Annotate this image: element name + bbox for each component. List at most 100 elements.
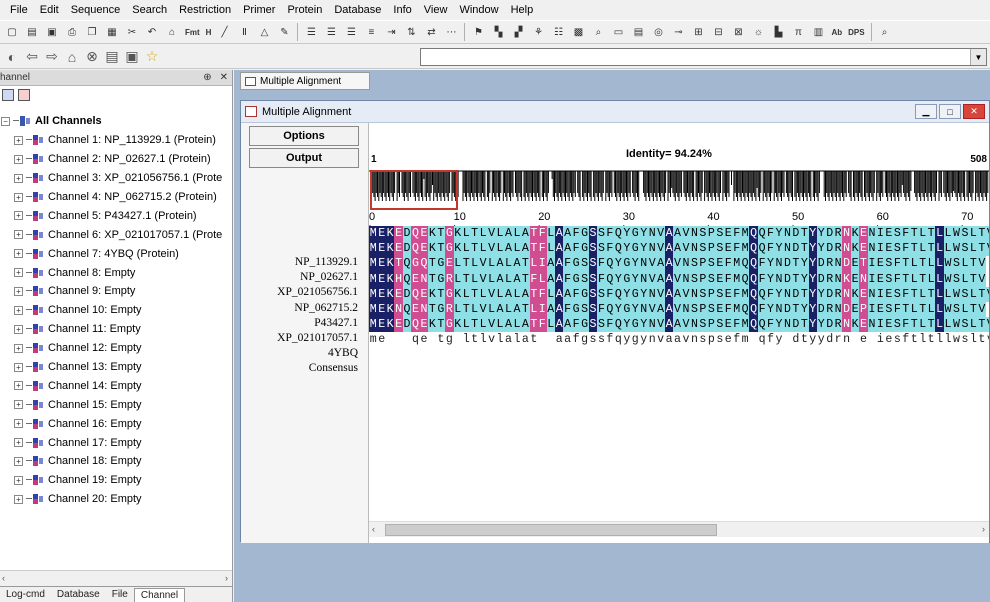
expand-icon[interactable]: + [14,154,23,164]
expand-icon[interactable]: + [14,456,23,466]
expand-icon[interactable]: + [14,173,23,183]
pencil-icon[interactable]: ╱ [216,24,232,40]
pin-icon[interactable]: ⊕ [203,72,211,83]
alignment-row[interactable]: MEKEDQEKTGKLTLVLALATFLAAFGSSFQYGYNVAAVNS… [369,226,989,242]
scroll-left-icon[interactable]: ‹ [372,524,375,534]
tree-item-channel-10[interactable]: + Channel 10: Empty [0,301,232,320]
identity-overview-plot[interactable] [369,169,989,211]
tab-database[interactable]: Database [51,588,106,602]
tree-item-channel-18[interactable]: + Channel 18: Empty [0,452,232,471]
arrow-icon[interactable]: ⊸ [670,24,686,40]
menu-protein[interactable]: Protein [281,4,328,16]
menu-restriction[interactable]: Restriction [173,4,237,16]
chevron-down-icon[interactable]: ▼ [970,49,986,65]
tree-item-channel-7[interactable]: + Channel 7: 4YBQ (Protein) [0,244,232,263]
tree-item-channel-14[interactable]: + Channel 14: Empty [0,376,232,395]
sequence-name[interactable]: 4YBQ [241,346,369,361]
tree-item-channel-5[interactable]: + Channel 5: P43427.1 (Protein) [0,206,232,225]
tree-item-channel-2[interactable]: + Channel 2: NP_02627.1 (Protein) [0,150,232,169]
sequence-name[interactable]: NP_113929.1 [241,255,369,270]
tree-item-channel-13[interactable]: + Channel 13: Empty [0,358,232,377]
cut-icon[interactable]: ✂ [124,24,140,40]
orf-icon[interactable]: ◎ [650,24,666,40]
minimize-button[interactable]: ▁ [915,104,937,119]
menu-database[interactable]: Database [328,4,387,16]
report-icon[interactable]: ▥ [810,24,826,40]
restriction-icon[interactable]: ▚ [490,24,506,40]
expand-icon[interactable]: + [14,343,23,353]
undo-icon[interactable]: ↶ [144,24,160,40]
tree-item-channel-19[interactable]: + Channel 19: Empty [0,471,232,490]
expand-icon[interactable]: + [14,286,23,296]
graph-icon[interactable]: ▭ [610,24,626,40]
expand-icon[interactable]: + [14,135,23,145]
clear-channels-icon[interactable] [18,89,30,101]
expand-icon[interactable]: + [14,475,23,485]
expand-icon[interactable]: + [14,324,23,334]
print-icon[interactable]: ⎙ [64,24,80,40]
alignment-scrollbar[interactable]: ‹ › [369,521,989,537]
alignment-row[interactable]: MEKEDQEKTGKLTLVLALATFLAAFGSSFQYGYNVAAVNS… [369,241,989,257]
tree-item-channel-11[interactable]: + Channel 11: Empty [0,320,232,339]
tab-log-cmd[interactable]: Log-cmd [0,588,51,602]
alignment-row[interactable]: MEKEDQEKTGKLTLVLALATFLAAFGSSFQYGYNVAAVNS… [369,286,989,302]
page-icon[interactable]: ▤ [103,48,121,66]
output-button[interactable]: Output [249,148,359,168]
sequence-name[interactable]: P43427.1 [241,316,369,331]
primer-icon[interactable]: ⚘ [530,24,546,40]
tree-root-all-channels[interactable]: − All Channels [0,112,232,131]
expand-icon[interactable]: + [14,419,23,429]
binoculars-icon[interactable]: ⌕ [590,24,606,40]
protein-icon[interactable]: ☼ [750,24,766,40]
tab-multiple-alignment[interactable]: Multiple Alignment [240,72,370,90]
image-icon[interactable]: ▩ [570,24,586,40]
menu-help[interactable]: Help [505,4,540,16]
collapse-icon[interactable]: − [1,116,10,126]
motif-icon[interactable]: ⊞ [690,24,706,40]
new-file-icon[interactable]: ▢ [4,24,20,40]
chart-icon[interactable]: ▙ [770,24,786,40]
sort-icon[interactable]: ⇅ [403,24,419,40]
favorite-star-icon[interactable]: ☆ [143,48,161,66]
triangle-icon[interactable]: △ [256,24,272,40]
window-titlebar[interactable]: Multiple Alignment ▁ □ ✕ [241,101,989,123]
address-combobox[interactable]: ▼ [420,48,987,66]
align-left-icon[interactable]: ☰ [303,24,319,40]
options-button[interactable]: Options [249,126,359,146]
bold-icon[interactable]: Ⅱ [236,24,252,40]
tree-item-channel-17[interactable]: + Channel 17: Empty [0,433,232,452]
save-icon[interactable]: ▣ [44,24,60,40]
tree-item-channel-3[interactable]: + Channel 3: XP_021056756.1 (Prote [0,169,232,188]
expand-icon[interactable]: + [14,192,23,202]
stop-icon[interactable]: ⊗ [83,48,101,66]
sequence-icon[interactable]: ⋯ [443,24,459,40]
maximize-button[interactable]: □ [939,104,961,119]
edit-icon[interactable]: ✎ [276,24,292,40]
consensus-label[interactable]: Consensus [241,361,369,376]
clear-icon[interactable]: ⌂ [164,24,180,40]
menu-file[interactable]: File [4,4,34,16]
align-right-icon[interactable]: ☰ [343,24,359,40]
tab-file[interactable]: File [106,588,134,602]
tree-item-channel-8[interactable]: + Channel 8: Empty [0,263,232,282]
channel-pane-scrollbar[interactable]: ‹ › [0,570,232,586]
back-arrow-icon[interactable]: ⇦ [23,48,41,66]
tree-item-channel-16[interactable]: + Channel 16: Empty [0,414,232,433]
open-folder-icon[interactable]: ▤ [24,24,40,40]
list-icon[interactable]: ≡ [363,24,379,40]
tree-item-channel-9[interactable]: + Channel 9: Empty [0,282,232,301]
zoom-icon[interactable]: ⌕ [877,24,893,40]
tree-item-channel-12[interactable]: + Channel 12: Empty [0,339,232,358]
alignment-row[interactable]: MEKHQENTGRLTLVLALATFLAAFGSSFQYGYNVAAVNSP… [369,271,989,287]
expand-icon[interactable]: + [14,305,23,315]
menu-primer[interactable]: Primer [237,4,281,16]
scroll-right-icon[interactable]: › [225,573,228,583]
sequence-name[interactable]: XP_021017057.1 [241,331,369,346]
contrast-icon[interactable]: ◐ [3,48,21,66]
align-center-icon[interactable]: ☰ [323,24,339,40]
tree-item-channel-20[interactable]: + Channel 20: Empty [0,490,232,509]
alignment-row[interactable]: MEKEDQEKTGKLTLVLALATFLAAFGSSFQYGYNVAAVNS… [369,317,989,333]
tree-item-channel-1[interactable]: + Channel 1: NP_113929.1 (Protein) [0,131,232,150]
expand-icon[interactable]: + [14,400,23,410]
expand-icon[interactable]: + [14,230,23,240]
